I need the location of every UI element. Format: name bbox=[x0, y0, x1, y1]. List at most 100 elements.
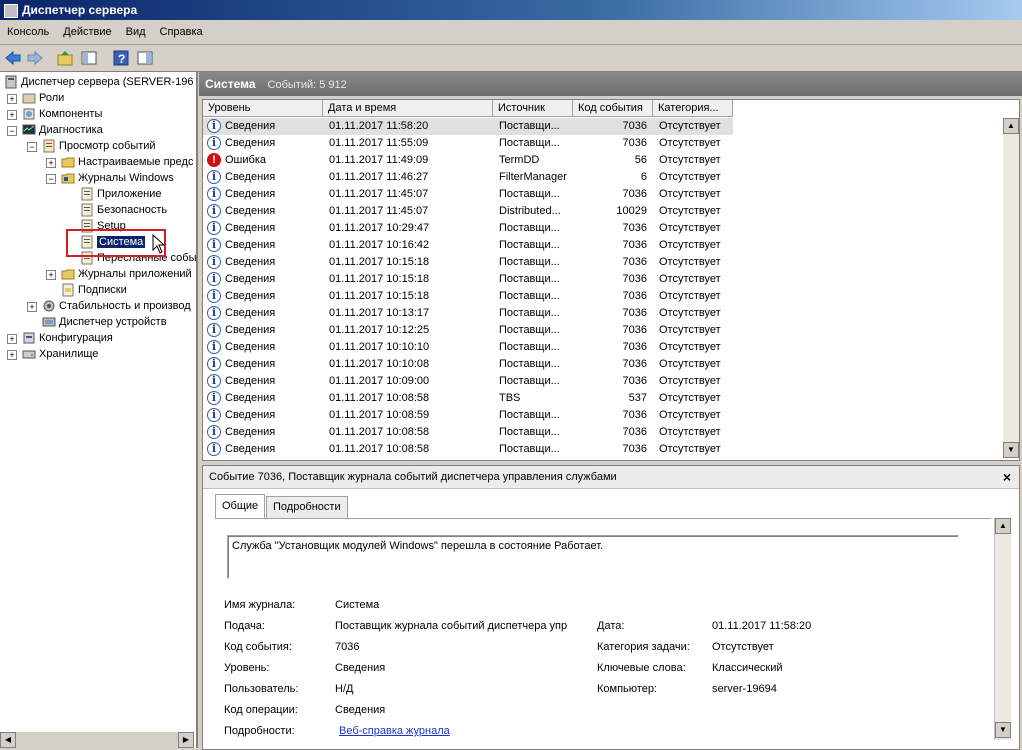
menu-view[interactable]: Вид bbox=[119, 20, 153, 44]
column-header-event-id[interactable]: Код события bbox=[573, 100, 653, 117]
table-vertical-scrollbar[interactable]: ▲ ▼ bbox=[1003, 118, 1019, 458]
back-arrow-icon[interactable] bbox=[4, 49, 22, 67]
task-category-label: Категория задачи: bbox=[597, 641, 690, 653]
scroll-down-icon[interactable]: ▼ bbox=[1003, 442, 1019, 458]
cell-code: 7036 bbox=[622, 358, 647, 370]
detail-title: Событие 7036, Поставщик журнала событий … bbox=[209, 471, 617, 483]
help-icon[interactable]: ? bbox=[112, 49, 130, 67]
tree-item-windows-logs[interactable]: Журналы Windows bbox=[61, 170, 174, 186]
table-row[interactable]: Сведения 01.11.2017 10:16:42 Поставщи... 70… bbox=[203, 237, 733, 254]
scroll-down-icon[interactable]: ▼ bbox=[995, 722, 1011, 738]
table-row[interactable]: Сведения 01.11.2017 10:10:08 Поставщи... 70… bbox=[203, 356, 733, 373]
menu-action[interactable]: Действие bbox=[56, 20, 118, 44]
table-row[interactable]: Сведения 01.11.2017 10:15:18 Поставщи... 70… bbox=[203, 271, 733, 288]
collapse-minus-icon[interactable]: − bbox=[27, 142, 37, 152]
table-row[interactable]: Сведения 01.11.2017 11:45:07 Distributed..… bbox=[203, 203, 733, 220]
tree-item-components[interactable]: Компоненты bbox=[22, 106, 102, 122]
cell-level: Сведения bbox=[225, 290, 276, 302]
collapse-minus-icon[interactable]: − bbox=[46, 174, 56, 184]
tree-label: Диагностика bbox=[39, 124, 103, 136]
cell-code: 7036 bbox=[622, 273, 647, 285]
tree-item-subscriptions[interactable]: Подписки bbox=[61, 282, 127, 298]
cell-level: Сведения bbox=[225, 375, 276, 387]
tree-item-storage[interactable]: Хранилище bbox=[22, 346, 98, 362]
expand-plus-icon[interactable]: + bbox=[27, 302, 37, 312]
column-header-source[interactable]: Источник bbox=[493, 100, 573, 117]
table-row[interactable]: Сведения 01.11.2017 10:29:47 Поставщи... 70… bbox=[203, 220, 733, 237]
table-row[interactable]: Сведения 01.11.2017 10:08:58 Поставщи... 70… bbox=[203, 424, 733, 441]
tree-item-application[interactable]: Приложение bbox=[80, 186, 162, 202]
column-header-category[interactable]: Категория... bbox=[653, 100, 733, 117]
cell-category: Отсутствует bbox=[659, 409, 721, 421]
show-action-pane-icon[interactable] bbox=[136, 49, 154, 67]
cell-category: Отсутствует bbox=[659, 256, 721, 268]
storage-icon bbox=[22, 350, 36, 359]
table-row[interactable]: Сведения 01.11.2017 10:12:25 Поставщи... 70… bbox=[203, 322, 733, 339]
tree-label: Компоненты bbox=[39, 108, 103, 120]
close-icon[interactable]: × bbox=[1003, 466, 1011, 488]
tree-item-security[interactable]: Безопасность bbox=[80, 202, 167, 218]
scroll-up-icon[interactable]: ▲ bbox=[1003, 118, 1019, 134]
cell-datetime: 01.11.2017 10:08:58 bbox=[329, 392, 430, 404]
expand-plus-icon[interactable]: + bbox=[7, 94, 17, 104]
cell-code: 7036 bbox=[622, 409, 647, 421]
table-row[interactable]: Сведения 01.11.2017 10:08:58 Поставщи... 70… bbox=[203, 441, 733, 458]
forward-arrow-icon[interactable] bbox=[26, 49, 44, 67]
table-row[interactable]: Сведения 01.11.2017 10:09:00 Поставщи... 70… bbox=[203, 373, 733, 390]
cell-datetime: 01.11.2017 11:55:09 bbox=[329, 137, 429, 149]
scroll-right-icon[interactable]: ▶ bbox=[178, 732, 194, 748]
tree-item-app-logs[interactable]: Журналы приложений bbox=[61, 266, 192, 282]
navigation-tree: Диспетчер сервера (SERVER-196 + Роли + К… bbox=[0, 72, 198, 748]
expand-plus-icon[interactable]: + bbox=[46, 158, 56, 168]
collapse-minus-icon[interactable]: − bbox=[7, 126, 17, 136]
column-header-level[interactable]: Уровень bbox=[203, 100, 323, 117]
cell-category: Отсутствует bbox=[659, 324, 721, 336]
table-row[interactable]: Сведения 01.11.2017 11:45:07 Поставщи... 70… bbox=[203, 186, 733, 203]
tree-item-event-viewer[interactable]: Просмотр событий bbox=[42, 138, 156, 154]
cell-category: Отсутствует bbox=[659, 188, 721, 200]
expand-plus-icon[interactable]: + bbox=[46, 270, 56, 280]
cell-level: Сведения bbox=[225, 171, 276, 183]
table-row[interactable]: Сведения 01.11.2017 11:55:09 Поставщи... 70… bbox=[203, 135, 733, 152]
table-row[interactable]: Ошибка 01.11.2017 11:49:09 TermDD 56 Отсутст… bbox=[203, 152, 733, 169]
tab-general[interactable]: Общие bbox=[215, 494, 266, 518]
column-header-datetime[interactable]: Дата и время bbox=[323, 100, 493, 117]
tree-item-device-manager[interactable]: Диспетчер устройств bbox=[42, 314, 167, 330]
table-row[interactable]: Сведения 01.11.2017 11:46:27 FilterManager… bbox=[203, 169, 733, 186]
tree-item-roles[interactable]: Роли bbox=[22, 90, 64, 106]
level-label: Уровень: bbox=[224, 662, 270, 674]
info-icon bbox=[207, 391, 221, 405]
level-value: Сведения bbox=[335, 662, 386, 674]
table-row[interactable]: Сведения 01.11.2017 10:10:10 Поставщи... 70… bbox=[203, 339, 733, 356]
show-hide-tree-icon[interactable] bbox=[80, 49, 98, 67]
tree-item-stability[interactable]: Стабильность и производ bbox=[42, 298, 191, 314]
detail-vertical-scrollbar[interactable]: ▲ ▼ bbox=[994, 518, 1011, 740]
table-row[interactable]: Сведения 01.11.2017 10:15:18 Поставщи... 70… bbox=[203, 288, 733, 305]
table-row[interactable]: Сведения 01.11.2017 11:58:20 Поставщи... 70… bbox=[203, 118, 733, 135]
scroll-left-icon[interactable]: ◀ bbox=[0, 732, 16, 748]
tree-item-server-manager[interactable]: Диспетчер сервера (SERVER-196 bbox=[4, 74, 193, 90]
tree-label: Настраиваемые предс bbox=[78, 156, 194, 168]
cell-level: Ошибка bbox=[225, 154, 266, 166]
device-manager-icon bbox=[42, 317, 56, 327]
menu-console[interactable]: Консоль bbox=[0, 20, 56, 44]
menu-help[interactable]: Справка bbox=[153, 20, 210, 44]
tab-details[interactable]: Подробности bbox=[266, 496, 348, 518]
table-row[interactable]: Сведения 01.11.2017 10:13:17 Поставщи... 70… bbox=[203, 305, 733, 322]
table-row[interactable]: Сведения 01.11.2017 10:08:58 TBS 537 Отсутст… bbox=[203, 390, 733, 407]
tree-item-configuration[interactable]: Конфигурация bbox=[22, 330, 113, 346]
log-icon bbox=[81, 187, 93, 201]
table-row[interactable]: Сведения 01.11.2017 10:15:18 Поставщи... 70… bbox=[203, 254, 733, 271]
cell-source: Поставщи... bbox=[499, 358, 560, 370]
expand-plus-icon[interactable]: + bbox=[7, 350, 17, 360]
tree-horizontal-scrollbar[interactable]: ◀ ▶ bbox=[0, 732, 194, 748]
expand-plus-icon[interactable]: + bbox=[7, 110, 17, 120]
up-folder-icon[interactable] bbox=[56, 49, 74, 67]
tree-item-diagnostics[interactable]: Диагностика bbox=[22, 122, 103, 138]
mouse-cursor-icon bbox=[152, 234, 166, 254]
expand-plus-icon[interactable]: + bbox=[7, 334, 17, 344]
scroll-up-icon[interactable]: ▲ bbox=[995, 518, 1011, 534]
tree-item-custom-views[interactable]: Настраиваемые предс bbox=[61, 154, 193, 170]
help-link[interactable]: Веб-справка журнала bbox=[339, 725, 450, 737]
table-row[interactable]: Сведения 01.11.2017 10:08:59 Поставщи... 70… bbox=[203, 407, 733, 424]
